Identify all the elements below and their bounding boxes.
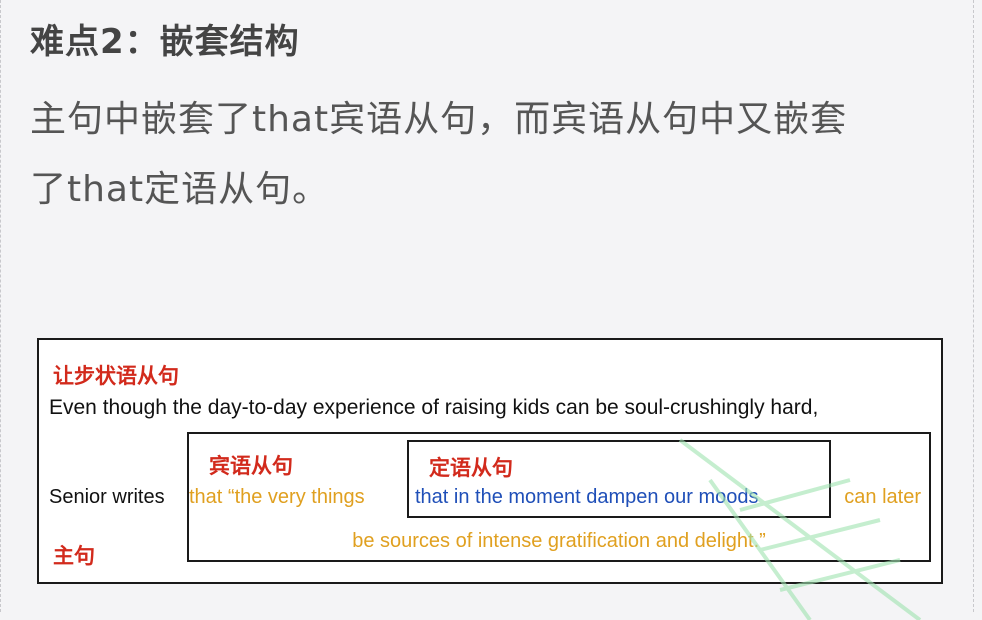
main-clause-label: 主句 bbox=[53, 544, 95, 568]
attributive-clause-label: 定语从句 bbox=[429, 456, 513, 480]
attributive-clause-text: that in the moment dampen our moods bbox=[415, 486, 759, 508]
page-title: 难点2：嵌套结构 bbox=[30, 22, 300, 62]
object-clause-box: 宾语从句 that “the very things can later be … bbox=[187, 432, 931, 562]
concession-clause-label: 让步状语从句 bbox=[53, 364, 179, 388]
description-line-2: 了that定语从句。 bbox=[30, 169, 330, 210]
sentence-diagram: 让步状语从句 Even though the day-to-day experi… bbox=[37, 338, 943, 584]
attributive-clause-box: 定语从句 that in the moment dampen our moods bbox=[407, 440, 831, 518]
description-line-1: 主句中嵌套了that宾语从句，而宾语从句中又嵌套 bbox=[30, 99, 848, 140]
object-clause-text-end: can later bbox=[844, 486, 921, 508]
main-clause-text: Senior writes bbox=[49, 486, 165, 508]
concession-clause-text: Even though the day-to-day experience of… bbox=[49, 396, 819, 419]
object-clause-text-start: that “the very things bbox=[189, 486, 365, 508]
object-clause-text-line2: be sources of intense gratification and … bbox=[352, 530, 766, 552]
object-clause-label: 宾语从句 bbox=[209, 454, 293, 478]
